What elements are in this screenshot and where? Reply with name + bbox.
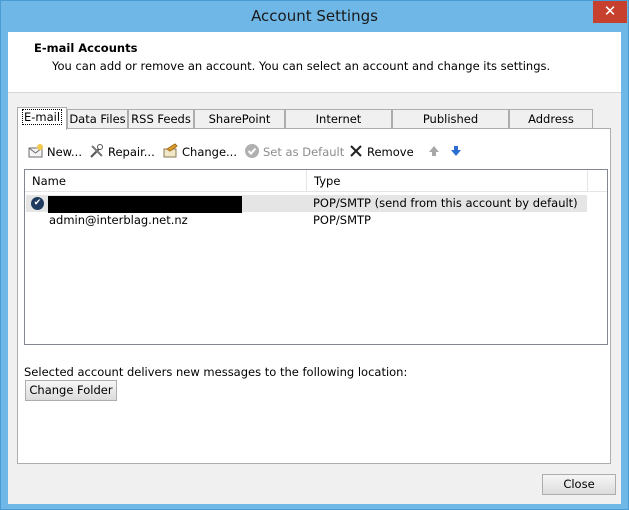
account-row[interactable]: ✔ POP/SMTP (send from this account by de… <box>26 195 587 213</box>
change-folder-button[interactable]: Change Folder <box>25 380 117 401</box>
move-up-button[interactable] <box>426 143 445 161</box>
window-close-button[interactable]: ✕ <box>593 1 627 23</box>
change-label: Change... <box>182 145 237 159</box>
tools-icon <box>90 144 103 158</box>
list-header: Name Type <box>25 170 607 192</box>
set-as-default-button[interactable]: Set as Default <box>244 143 344 161</box>
account-type: POP/SMTP <box>313 213 371 227</box>
tab-published-calendars[interactable]: Published Calendars <box>392 109 509 144</box>
accounts-list[interactable]: Name Type ✔ POP/SMTP (send from this acc… <box>24 169 608 345</box>
arrow-up-icon <box>429 146 439 156</box>
new-account-button[interactable]: New... <box>28 143 82 161</box>
account-row[interactable]: admin@interblag.net.nz POP/SMTP <box>26 212 587 229</box>
change-account-icon <box>163 143 178 158</box>
default-account-icon: ✔ <box>31 197 44 210</box>
remove-label: Remove <box>367 145 414 159</box>
window-title: Account Settings <box>251 7 378 25</box>
account-settings-window: Account Settings ✕ E-mail Accounts You c… <box>0 0 629 510</box>
delivery-location-text: Selected account delivers new messages t… <box>24 365 408 379</box>
arrow-down-icon <box>451 146 461 156</box>
tab-label: E-mail <box>21 109 63 125</box>
tab-sharepoint-lists[interactable]: SharePoint Lists <box>194 109 285 144</box>
remove-x-icon <box>350 145 362 157</box>
new-label: New... <box>47 145 82 159</box>
tab-internet-calendars[interactable]: Internet Calendars <box>285 109 392 144</box>
tab-email[interactable]: E-mail <box>17 107 67 130</box>
tab-address-books[interactable]: Address Books <box>509 109 593 144</box>
new-mail-icon <box>28 144 43 158</box>
header-panel: E-mail Accounts You can add or remove an… <box>8 32 621 93</box>
set-as-default-label: Set as Default <box>263 145 345 159</box>
repair-label: Repair... <box>108 145 155 159</box>
header-description: You can add or remove an account. You ca… <box>52 59 551 73</box>
account-type: POP/SMTP (send from this account by defa… <box>313 196 578 210</box>
tab-data-files[interactable]: Data Files <box>67 109 128 129</box>
title-bar[interactable]: Account Settings ✕ <box>1 1 628 33</box>
tab-rss-feeds[interactable]: RSS Feeds <box>128 109 194 129</box>
repair-button[interactable]: Repair... <box>89 143 155 161</box>
change-button[interactable]: Change... <box>163 143 237 161</box>
email-tab-panel: New... Repair... Change... Set as Defaul… <box>17 128 611 464</box>
column-header-type[interactable]: Type <box>307 170 588 192</box>
remove-button[interactable]: Remove <box>348 143 414 161</box>
close-button[interactable]: Close <box>542 474 616 495</box>
header-title: E-mail Accounts <box>34 41 138 55</box>
dialog-body: E-mail Accounts You can add or remove an… <box>8 32 621 504</box>
move-down-button[interactable] <box>448 143 467 161</box>
checkmark-circle-icon <box>245 144 259 158</box>
account-name: admin@interblag.net.nz <box>49 213 188 227</box>
column-header-name[interactable]: Name <box>25 170 307 192</box>
redacted-account-name <box>48 196 242 213</box>
